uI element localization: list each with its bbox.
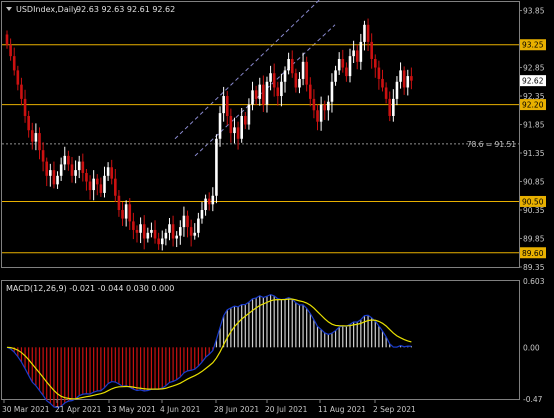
price-tick-label: 91.35 — [523, 149, 545, 158]
price-tick-label: 89.35 — [523, 263, 545, 272]
fib-level-label: 78.6 = 91.51 — [467, 140, 516, 149]
price-tick-label: 92.85 — [523, 64, 545, 73]
date-tick-label: 13 May 2021 — [107, 405, 156, 414]
current-price-tag: 92.62 — [520, 75, 546, 87]
candle — [215, 134, 218, 204]
level-price-tag: 89.60 — [520, 247, 546, 259]
usdindex-daily-chart[interactable]: USDIndex,Daily 92.63 92.63 92.61 92.62 M… — [0, 0, 554, 418]
date-tick-label: 21 Apr 2021 — [55, 405, 102, 414]
svg-text:89.60: 89.60 — [522, 249, 544, 258]
price-tick-label: 93.85 — [523, 7, 545, 16]
price-tick-label: 91.85 — [523, 121, 545, 130]
symbol-title: USDIndex,Daily — [16, 5, 78, 14]
date-tick-label: 2 Sep 2021 — [373, 405, 416, 414]
date-tick-label: 11 Aug 2021 — [318, 405, 366, 414]
svg-text:93.25: 93.25 — [522, 41, 544, 50]
svg-text:92.62: 92.62 — [522, 77, 544, 86]
svg-text:92.20: 92.20 — [522, 101, 544, 110]
price-tick-label: 90.35 — [523, 206, 545, 215]
ohlc-values: 92.63 92.63 92.61 92.62 — [76, 5, 175, 14]
level-price-tag: 92.20 — [520, 99, 546, 111]
macd-indicator-label: MACD(12,26,9) -0.021 -0.044 0.030 0.000 — [6, 284, 174, 293]
macd-tick-label: -0.47 — [523, 395, 543, 404]
date-tick-label: 30 Mar 2021 — [2, 405, 50, 414]
date-tick-label: 20 Jul 2021 — [265, 405, 308, 414]
macd-tick-label: 0.00 — [523, 343, 540, 352]
svg-text:90.50: 90.50 — [522, 197, 544, 206]
chart-header: USDIndex,Daily 92.63 92.63 92.61 92.62 — [6, 5, 175, 14]
price-tick-label: 90.85 — [523, 178, 545, 187]
level-price-tag: 93.25 — [520, 39, 546, 51]
level-price-tag: 90.50 — [520, 195, 546, 207]
price-tick-label: 89.85 — [523, 235, 545, 244]
macd-tick-label: 0.603 — [523, 277, 545, 286]
date-tick-label: 4 Jun 2021 — [160, 405, 201, 414]
date-tick-label: 28 Jun 2021 — [214, 405, 259, 414]
